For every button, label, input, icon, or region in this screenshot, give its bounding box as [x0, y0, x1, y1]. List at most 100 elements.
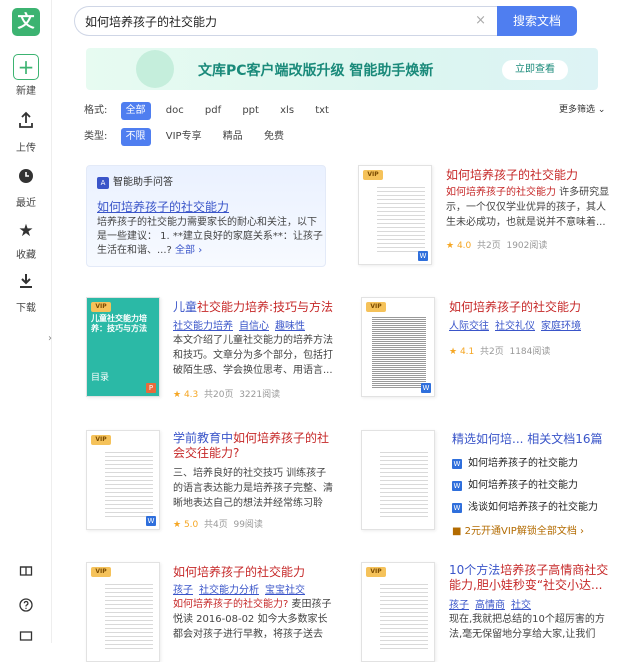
promo-banner[interactable]: 文库PC客户端改版升级 智能助手焕新 立即查看: [86, 48, 598, 90]
sidebar-item-recent[interactable]: 最近: [0, 166, 52, 209]
result-tags: 孩子 社交能力分析 宝宝社交: [173, 581, 311, 596]
result-tags: 孩子 高情商 社交: [449, 596, 537, 611]
ai-answer-title[interactable]: 如何培养孩子的社交能力: [97, 198, 229, 215]
word-icon: W: [418, 251, 428, 261]
result-title[interactable]: 如何培养孩子的社交能力: [449, 298, 581, 315]
sidebar-gift[interactable]: [0, 558, 52, 584]
result-title-prefix: 儿童: [173, 300, 198, 314]
result-views: 1184阅读: [509, 347, 551, 357]
search-button[interactable]: 搜索文档: [497, 6, 577, 36]
result-views: 3221阅读: [239, 390, 281, 400]
related-doc-item[interactable]: W 如何培养孩子的社交能力: [452, 454, 612, 469]
tag-link[interactable]: 孩子: [449, 600, 469, 611]
result-title[interactable]: 如何培养孩子的社交能力: [446, 166, 578, 183]
ppt-cover: 儿童社交能力培养：技巧与方法 目录: [87, 298, 159, 396]
tag-link[interactable]: 社交: [511, 600, 531, 611]
doc-thumbnail[interactable]: VIP W: [358, 165, 432, 265]
filter-format-doc[interactable]: doc: [166, 102, 184, 120]
vip-unlock-text: 2元开通VIP解锁全部文档 ›: [464, 526, 585, 537]
word-icon: W: [452, 481, 462, 491]
star-icon: ★: [173, 390, 182, 400]
doc-thumbnail[interactable]: VIP: [86, 562, 160, 662]
result-meta: ★ 4.3 共20页 3221阅读: [173, 387, 280, 400]
banner-view-button[interactable]: 立即查看: [502, 60, 568, 80]
related-doc-title: 如何培养孩子的社交能力: [468, 458, 578, 469]
tag-link[interactable]: 高情商: [475, 600, 505, 611]
sidebar-item-label: 收藏: [16, 250, 36, 261]
doc-thumbnail[interactable]: VIP W: [361, 297, 435, 397]
result-views: 1902阅读: [506, 241, 548, 251]
clear-icon[interactable]: ×: [475, 13, 486, 28]
doc-thumbnail[interactable]: 儿童社交能力培养：技巧与方法 目录 VIP P: [86, 297, 160, 397]
filter-type-vip[interactable]: VIP专享: [166, 128, 202, 146]
collapse-sidebar-icon[interactable]: ›: [48, 333, 52, 344]
doc-thumbnail[interactable]: VIP W: [86, 430, 160, 530]
tag-link[interactable]: 社交能力分析: [199, 585, 259, 596]
tag-link[interactable]: 趣味性: [275, 321, 305, 332]
filter-format-txt[interactable]: txt: [315, 102, 329, 120]
more-filters-link[interactable]: 更多筛选 ⌄: [559, 102, 605, 115]
ai-answer-card[interactable]: A 智能助手问答 如何培养孩子的社交能力 培养孩子的社交能力需要家长的耐心和关注，…: [86, 165, 326, 267]
result-views: 99阅读: [233, 520, 263, 530]
sidebar-item-upload[interactable]: 上传: [0, 111, 52, 154]
sidebar-help[interactable]: [0, 594, 52, 620]
result-rating: 4.3: [183, 390, 199, 400]
related-docs-title[interactable]: 精选如何培... 相关文档16篇: [452, 430, 612, 447]
tag-link[interactable]: 社交能力培养: [173, 321, 233, 332]
result-tags: 人际交往 社交礼仪 家庭环境: [449, 317, 587, 332]
filter-format-ppt[interactable]: ppt: [242, 102, 259, 120]
page-preview: [380, 449, 428, 519]
search-input[interactable]: [85, 7, 465, 35]
gift-icon: [13, 558, 39, 584]
filter-format-pdf[interactable]: pdf: [205, 102, 221, 120]
tag-link[interactable]: 宝宝社交: [265, 585, 305, 596]
device-icon: [13, 626, 39, 652]
result-title[interactable]: 如何培养孩子的社交能力: [173, 563, 305, 580]
doc-thumbnail[interactable]: VIP: [361, 562, 435, 662]
tag-link[interactable]: 社交礼仪: [495, 321, 535, 332]
ppt-icon: P: [146, 383, 156, 393]
filter-type-any[interactable]: 不限: [120, 128, 151, 146]
related-doc-title: 如何培养孩子的社交能力: [468, 480, 578, 491]
filter-type-premium[interactable]: 精品: [223, 128, 243, 146]
page-preview: [377, 184, 425, 254]
result-title-text: 如何培养孩子的社交能力: [449, 300, 582, 314]
sidebar-item-favorites[interactable]: ★ 收藏: [0, 218, 52, 261]
result-title[interactable]: 10个方法培养孩子高情商社交能力,胆小娃秒变“社交小达...: [449, 563, 609, 593]
tag-link[interactable]: 自信心: [239, 321, 269, 332]
filter-format-all[interactable]: 全部: [120, 102, 151, 120]
sidebar: 文 + 新建 上传 最近 ★ 收藏 下载: [0, 0, 52, 643]
tag-link[interactable]: 家庭环境: [541, 321, 581, 332]
filter-format-xls[interactable]: xls: [280, 102, 294, 120]
ai-answer-more-link[interactable]: 全部 ›: [175, 245, 202, 256]
search-box: ×: [74, 6, 498, 36]
vip-unlock-link[interactable]: ■ 2元开通VIP解锁全部文档 ›: [452, 522, 612, 537]
tag-link[interactable]: 人际交往: [449, 321, 489, 332]
related-doc-item[interactable]: W 如何培养孩子的社交能力: [452, 476, 612, 491]
page-preview: [105, 449, 153, 519]
sidebar-item-downloads[interactable]: 下载: [0, 271, 52, 314]
vip-badge: VIP: [91, 567, 111, 577]
type-filter: 类型: 不限 VIP专享 精品 免费: [84, 128, 302, 146]
related-doc-item[interactable]: W 浅谈如何培养孩子的社交能力: [452, 498, 612, 513]
star-icon: ★: [173, 520, 182, 530]
result-meta: ★ 5.0 共4页 99阅读: [173, 517, 263, 530]
ppt-cover-menu: 目录: [91, 373, 110, 383]
word-icon: W: [452, 459, 462, 469]
result-title-prefix: 10个方法: [449, 563, 501, 577]
page-preview: [372, 316, 426, 388]
sidebar-device[interactable]: [0, 626, 52, 652]
vip-badge: VIP: [366, 567, 386, 577]
result-title[interactable]: 学前教育中如何培养孩子的社会交往能力?: [173, 431, 333, 461]
doc-thumbnail[interactable]: [361, 430, 435, 530]
banner-logo-icon: [136, 50, 174, 88]
app-logo[interactable]: 文: [12, 8, 40, 36]
tag-link[interactable]: 孩子: [173, 585, 193, 596]
ppt-cover-title: 儿童社交能力培养：技巧与方法: [91, 314, 147, 333]
result-title[interactable]: 儿童社交能力培养:技巧与方法: [173, 298, 333, 315]
sidebar-item-label: 下载: [16, 303, 36, 314]
ai-answer-header: A 智能助手问答: [97, 173, 173, 189]
sidebar-item-new[interactable]: + 新建: [0, 54, 52, 97]
filter-type-free[interactable]: 免费: [264, 128, 284, 146]
result-desc-highlight: 如何培养孩子的社交能力?: [173, 599, 289, 610]
